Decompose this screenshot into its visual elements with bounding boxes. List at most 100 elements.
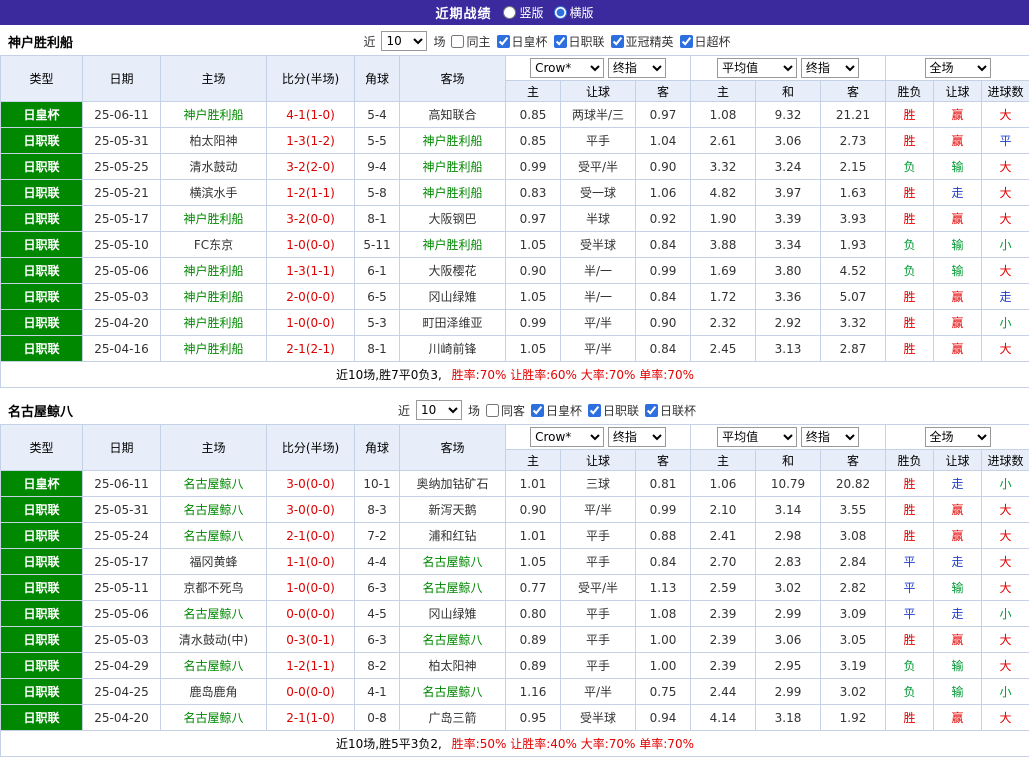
asian-handicap: 平手 [561, 627, 636, 653]
euro-away-odds: 3.08 [821, 523, 886, 549]
asian-home-odds: 0.80 [506, 601, 561, 627]
asian-home-odds: 0.89 [506, 627, 561, 653]
score: 3-2(2-0) [267, 154, 355, 180]
result-win-draw-loss: 胜 [886, 180, 934, 206]
league-filter[interactable]: 日皇杯 [497, 33, 548, 50]
scope-select[interactable]: 全场 [925, 58, 991, 78]
league-filter[interactable]: 日超杯 [680, 33, 731, 50]
away-team: 广岛三箭 [400, 705, 506, 731]
away-team: 高知联合 [400, 102, 506, 128]
league-checkbox[interactable] [497, 35, 510, 48]
scope-select[interactable]: 全场 [925, 427, 991, 447]
euro-final-select[interactable]: 终指 [801, 58, 859, 78]
result-goals: 小 [982, 232, 1029, 258]
euro-home-odds: 2.39 [691, 627, 756, 653]
recent-count-select[interactable]: 10 [416, 400, 462, 420]
asian-final-select[interactable]: 终指 [608, 427, 666, 447]
same-venue-label: 同主 [466, 33, 490, 50]
average-select[interactable]: 平均值 [717, 427, 797, 447]
league-type-badge: 日职联 [1, 575, 83, 601]
league-type-badge: 日职联 [1, 310, 83, 336]
result-win-draw-loss: 负 [886, 232, 934, 258]
asian-home-odds: 1.05 [506, 549, 561, 575]
corner-score: 8-1 [355, 336, 400, 362]
result-handicap: 输 [934, 232, 982, 258]
score: 4-1(1-0) [267, 102, 355, 128]
asian-away-odds: 0.90 [636, 154, 691, 180]
home-team: 福冈黄蜂 [161, 549, 267, 575]
away-team: 神户胜利船 [400, 128, 506, 154]
euro-draw-header: 和 [756, 81, 821, 102]
horizontal-layout-radio[interactable] [554, 6, 567, 19]
asian-home-odds: 0.99 [506, 310, 561, 336]
average-select[interactable]: 平均值 [717, 58, 797, 78]
league-filter[interactable]: 日联杯 [645, 402, 696, 419]
result-goals: 大 [982, 336, 1029, 362]
euro-draw-header: 和 [756, 450, 821, 471]
score: 0-0(0-0) [267, 601, 355, 627]
score: 1-0(0-0) [267, 310, 355, 336]
bookmaker-select[interactable]: Crow* [530, 58, 604, 78]
match-row: 日职联 25-05-10 FC东京 1-0(0-0) 5-11 神户胜利船 1.… [1, 232, 1029, 258]
away-team: 名古屋鲸八 [400, 627, 506, 653]
euro-home-odds: 2.32 [691, 310, 756, 336]
team-name: 名古屋鲸八 [8, 401, 73, 420]
corner-score: 8-2 [355, 653, 400, 679]
recent-count-select[interactable]: 10 [381, 31, 427, 51]
result-goals: 小 [982, 310, 1029, 336]
euro-final-select[interactable]: 终指 [801, 427, 859, 447]
layout-radio-horizontal[interactable]: 横版 [554, 4, 594, 21]
league-checkbox[interactable] [611, 35, 624, 48]
result-handicap: 输 [934, 679, 982, 705]
league-filter[interactable]: 日职联 [554, 33, 605, 50]
league-type-badge: 日职联 [1, 154, 83, 180]
league-filter[interactable]: 日皇杯 [531, 402, 582, 419]
home-team: 清水鼓动(中) [161, 627, 267, 653]
bookmaker-select[interactable]: Crow* [530, 427, 604, 447]
league-checkbox[interactable] [680, 35, 693, 48]
same-venue-filter[interactable]: 同客 [486, 402, 525, 419]
away-team: 大阪樱花 [400, 258, 506, 284]
euro-home-odds: 1.72 [691, 284, 756, 310]
league-checkbox[interactable] [588, 404, 601, 417]
asian-away-odds: 1.00 [636, 653, 691, 679]
result-handicap: 赢 [934, 102, 982, 128]
league-type-badge: 日职联 [1, 284, 83, 310]
league-checkbox[interactable] [554, 35, 567, 48]
league-type-badge: 日皇杯 [1, 102, 83, 128]
asian-away-odds: 0.84 [636, 336, 691, 362]
score: 2-1(1-0) [267, 705, 355, 731]
score: 1-2(1-1) [267, 180, 355, 206]
home-team: 神户胜利船 [161, 336, 267, 362]
euro-draw-odds: 2.95 [756, 653, 821, 679]
asian-away-odds: 0.84 [636, 232, 691, 258]
asian-home-odds: 0.97 [506, 206, 561, 232]
match-row: 日职联 25-05-31 柏太阳神 1-3(1-2) 5-5 神户胜利船 0.8… [1, 128, 1029, 154]
result-goals: 小 [982, 471, 1029, 497]
asian-home-odds: 0.77 [506, 575, 561, 601]
result-goals: 大 [982, 705, 1029, 731]
recent-prefix-label: 近 [398, 402, 410, 419]
score: 2-0(0-0) [267, 284, 355, 310]
league-filter[interactable]: 日职联 [588, 402, 639, 419]
result-win-draw-loss: 负 [886, 154, 934, 180]
euro-away-odds: 1.63 [821, 180, 886, 206]
layout-radio-vertical[interactable]: 竖版 [503, 4, 543, 21]
same-venue-checkbox[interactable] [451, 35, 464, 48]
recent-prefix-label: 近 [363, 33, 375, 50]
euro-draw-odds: 2.99 [756, 601, 821, 627]
same-venue-checkbox[interactable] [486, 404, 499, 417]
league-checkbox[interactable] [645, 404, 658, 417]
league-checkbox[interactable] [531, 404, 544, 417]
asian-final-select[interactable]: 终指 [608, 58, 666, 78]
same-venue-filter[interactable]: 同主 [451, 33, 490, 50]
match-row: 日职联 25-05-31 名古屋鲸八 3-0(0-0) 8-3 新泻天鹅 0.9… [1, 497, 1029, 523]
euro-odds-controls: 平均值 终指 [691, 425, 886, 450]
league-filter[interactable]: 亚冠精英 [611, 33, 674, 50]
vertical-layout-radio[interactable] [503, 6, 516, 19]
result-goals: 大 [982, 653, 1029, 679]
league-type-badge: 日职联 [1, 523, 83, 549]
match-date: 25-05-25 [83, 154, 161, 180]
asian-home-odds: 0.90 [506, 497, 561, 523]
match-date: 25-05-17 [83, 206, 161, 232]
